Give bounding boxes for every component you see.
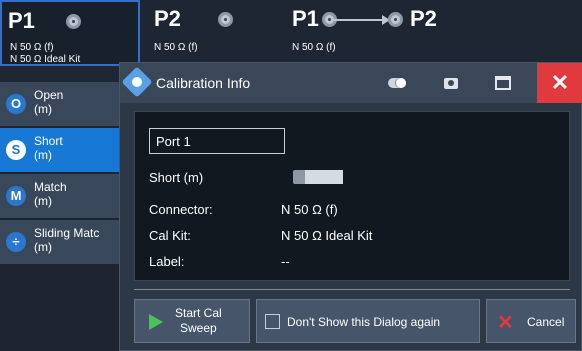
cancel-button[interactable]: ✕ Cancel: [486, 299, 576, 343]
calkit-label: Cal Kit:: [149, 228, 191, 243]
port-p1-title: P1: [8, 8, 35, 33]
standard-name: Short (m): [149, 170, 204, 185]
close-button[interactable]: ✕: [537, 63, 582, 103]
port-p1p2-title-left: P1: [292, 6, 319, 31]
maximize-icon: [495, 76, 511, 90]
screenshot-button[interactable]: [438, 71, 464, 95]
short-standard-icon: [293, 170, 343, 184]
play-icon: [149, 314, 163, 330]
standard-match[interactable]: M Match (m): [0, 174, 120, 218]
port-p2-connector: N 50 Ω (f): [154, 42, 198, 53]
dialog-title: Calibration Info: [156, 75, 251, 91]
connector-value: N 50 Ω (f): [281, 202, 338, 217]
start-cal-sweep-button[interactable]: Start Cal Sweep: [134, 299, 250, 343]
calkit-value: N 50 Ω Ideal Kit: [281, 228, 373, 243]
start-cal-sweep-label: Start Cal Sweep: [175, 306, 222, 335]
close-icon: ✕: [550, 70, 570, 95]
standard-label: Sliding Matc (m): [34, 226, 100, 254]
connector-label: Connector:: [149, 202, 213, 217]
divider: [134, 289, 570, 290]
maximize-button[interactable]: [490, 71, 516, 95]
label-label: Label:: [149, 254, 185, 269]
toggle-icon: [388, 78, 406, 88]
dialog-titlebar[interactable]: Calibration Info ✕: [120, 63, 582, 103]
standard-sliding-match[interactable]: ÷ Sliding Matc (m): [0, 220, 120, 264]
port-p1-calkit: N 50 Ω Ideal Kit: [10, 54, 81, 65]
camera-icon: [444, 77, 458, 89]
connector-icon: [218, 12, 233, 27]
connector-icon: [66, 14, 81, 29]
transparency-toggle-button[interactable]: [384, 71, 410, 95]
cancel-label: Cancel: [527, 315, 565, 329]
open-icon: O: [6, 94, 26, 114]
standard-open[interactable]: O Open (m): [0, 82, 120, 126]
short-icon: S: [6, 140, 26, 160]
cal-standard-list: O Open (m) S Short (m) M Match (m) ÷ Sli…: [0, 82, 120, 351]
standard-short[interactable]: S Short (m): [0, 128, 120, 172]
port-p1-connector: N 50 Ω (f): [10, 42, 54, 53]
dont-show-again-label: Don't Show this Dialog again: [287, 315, 441, 329]
port-p2-title: P2: [154, 6, 181, 31]
port-p1p2-tile[interactable]: P1 P2 N 50 Ω (f): [284, 0, 484, 66]
standard-label: Open (m): [34, 88, 64, 116]
label-value: --: [281, 254, 290, 269]
standard-label: Short (m): [34, 134, 63, 162]
port-bar: P1 N 50 Ω (f) N 50 Ω Ideal Kit P2 N 50 Ω…: [0, 0, 582, 66]
port-p2-tile[interactable]: P2 N 50 Ω (f): [146, 0, 276, 66]
port-p1p2-connector: N 50 Ω (f): [292, 42, 336, 53]
checkbox[interactable]: [265, 314, 280, 329]
info-panel: Port 1 Short (m) Connector: N 50 Ω (f) C…: [134, 111, 570, 281]
match-icon: M: [6, 186, 26, 206]
cancel-icon: ✕: [497, 312, 514, 334]
standard-label: Match (m): [34, 180, 67, 208]
port-p1-tile[interactable]: P1 N 50 Ω (f) N 50 Ω Ideal Kit: [0, 0, 140, 66]
calibration-info-dialog: Calibration Info ✕ Port 1 Short (m) Conn…: [119, 62, 582, 351]
port-field[interactable]: Port 1: [149, 128, 285, 154]
connector-icon: [388, 12, 403, 27]
screen: P1 N 50 Ω (f) N 50 Ω Ideal Kit P2 N 50 Ω…: [0, 0, 582, 351]
dont-show-again-toggle[interactable]: Don't Show this Dialog again: [256, 299, 480, 343]
app-logo-icon: [121, 66, 153, 98]
sliding-match-icon: ÷: [6, 232, 26, 252]
port-p1p2-title-right: P2: [410, 6, 437, 31]
